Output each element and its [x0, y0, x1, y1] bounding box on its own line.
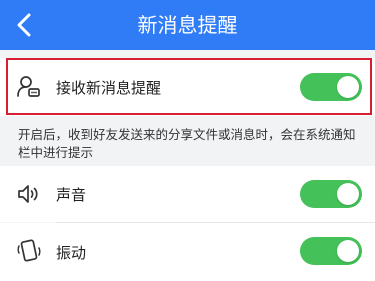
vibrate-label: 振动	[56, 244, 87, 262]
page-title: 新消息提醒	[137, 13, 238, 37]
vibrate-row[interactable]: 振动	[0, 223, 375, 281]
notification-description: 开启后，收到好友发送来的分享文件或消息时，会在系统通知栏中进行提示	[18, 127, 356, 160]
sound-label: 声音	[56, 186, 87, 204]
toggle-knob	[337, 76, 359, 98]
receive-notification-row[interactable]: 接收新消息提醒	[0, 58, 375, 116]
phone-vibrate-icon	[16, 238, 42, 264]
top-navigation-bar: 新消息提醒	[0, 0, 375, 50]
toggle-knob	[337, 183, 359, 205]
sound-row[interactable]: 声音	[0, 166, 375, 222]
speaker-icon	[16, 181, 42, 207]
receive-notification-label: 接收新消息提醒	[56, 79, 162, 97]
receive-notification-toggle[interactable]	[300, 73, 362, 101]
vibrate-toggle[interactable]	[300, 237, 362, 265]
toggle-knob	[337, 240, 359, 262]
person-chat-icon	[16, 74, 42, 100]
sound-toggle[interactable]	[300, 180, 362, 208]
